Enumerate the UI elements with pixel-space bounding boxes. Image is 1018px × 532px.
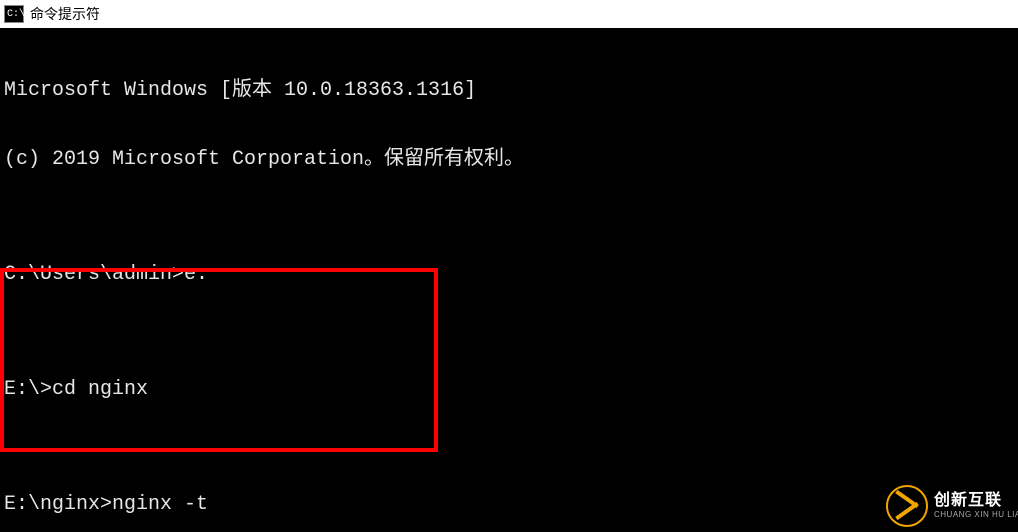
terminal-line: Microsoft Windows [版本 10.0.18363.1316]: [4, 79, 1014, 102]
watermark-logo-icon: [886, 485, 928, 527]
window-titlebar: C:\. 命令提示符: [0, 0, 1018, 29]
terminal-area[interactable]: Microsoft Windows [版本 10.0.18363.1316] (…: [0, 29, 1018, 532]
terminal-line: E:\>cd nginx: [4, 378, 1014, 401]
watermark-cn: 创新互联: [934, 493, 1018, 509]
watermark-en: CHUANG XIN HU LIAN: [934, 511, 1018, 519]
watermark: 创新互联 CHUANG XIN HU LIAN: [878, 480, 1018, 532]
annotation-highlight-box: [0, 268, 438, 452]
terminal-line: (c) 2019 Microsoft Corporation。保留所有权利。: [4, 148, 1014, 171]
terminal-line: E:\nginx>nginx -t: [4, 493, 1014, 516]
terminal-line: C:\Users\admin>e:: [4, 263, 1014, 286]
window-title: 命令提示符: [30, 4, 100, 24]
cmd-icon: C:\.: [4, 5, 24, 23]
watermark-text: 创新互联 CHUANG XIN HU LIAN: [934, 493, 1018, 519]
